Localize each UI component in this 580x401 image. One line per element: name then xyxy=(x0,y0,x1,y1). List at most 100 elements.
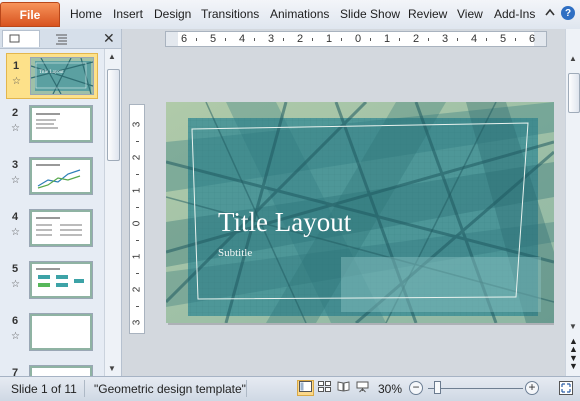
slide-thumbnail-4[interactable]: 4 ☆ xyxy=(0,205,104,253)
slide-sorter-button[interactable] xyxy=(316,380,333,396)
tab-design[interactable]: Design xyxy=(154,7,191,21)
ruler-label: 6 xyxy=(529,33,536,45)
slide-thumbnail-6[interactable]: 6 ☆ xyxy=(0,309,104,357)
normal-view-button[interactable] xyxy=(297,380,314,396)
ruler-margin xyxy=(534,32,546,46)
ruler-label: 3 xyxy=(268,33,275,45)
slide-thumbnail-3[interactable]: 3 ☆ xyxy=(0,153,104,201)
tab-slide-show[interactable]: Slide Show xyxy=(340,7,400,21)
zoom-level[interactable]: 30% xyxy=(378,382,402,396)
slide-number: 7 xyxy=(12,367,19,376)
tab-add-ins[interactable]: Add-Ins xyxy=(494,7,535,21)
slide-scrollbar[interactable]: ▲ ▼ ▲ ▲ ▼ ▼ xyxy=(565,29,580,376)
scroll-up-icon[interactable]: ▲ xyxy=(569,54,577,63)
divider xyxy=(84,380,85,397)
ruler-tick xyxy=(136,306,139,307)
thumbnail-scrollbar[interactable]: ▲ ▼ xyxy=(104,49,121,376)
tab-animations[interactable]: Animations xyxy=(270,7,329,21)
reading-view-button[interactable] xyxy=(335,380,352,396)
tab-home[interactable]: Home xyxy=(70,7,102,21)
thumbnail-image xyxy=(28,260,94,300)
zoom-slider-thumb[interactable] xyxy=(434,381,441,394)
slide-thumbnail-5[interactable]: 5 ☆ xyxy=(0,257,104,305)
scroll-up-icon[interactable]: ▲ xyxy=(108,52,116,61)
ruler-label: 1 xyxy=(131,253,143,260)
tab-insert[interactable]: Insert xyxy=(113,7,143,21)
ruler-tick xyxy=(428,38,429,41)
ruler-tick xyxy=(312,38,313,41)
scroll-down-icon[interactable]: ▼ xyxy=(569,322,577,331)
ruler-label: 3 xyxy=(442,33,449,45)
ruler-label: 6 xyxy=(181,33,188,45)
slide-thumbnail-2[interactable]: 2 ☆ xyxy=(0,101,104,149)
ruler-tick xyxy=(136,240,139,241)
thumbnail-image xyxy=(28,104,94,144)
horizontal-ruler: 6 5 4 3 2 1 0 1 2 3 4 5 6 xyxy=(165,31,547,47)
star-icon: ☆ xyxy=(12,76,21,87)
ruler-tick xyxy=(254,38,255,41)
thumbnail-image xyxy=(28,312,94,352)
slide-thumbnail-panel: ✕ 1 ☆ Title Layout 2 ☆ 3 ☆ 4 ☆ 5 ☆ 6 ☆ 7… xyxy=(0,29,122,376)
ruler-label: 4 xyxy=(239,33,246,45)
ribbon-help-area: ? xyxy=(543,5,577,25)
star-icon: ☆ xyxy=(11,175,20,186)
zoom-in-button[interactable]: + xyxy=(525,381,539,395)
divider xyxy=(246,380,247,397)
star-icon: ☆ xyxy=(11,123,20,134)
slides-tab[interactable] xyxy=(2,30,40,47)
outline-tab[interactable] xyxy=(44,31,78,47)
slide-number: 3 xyxy=(12,159,19,171)
tab-review[interactable]: Review xyxy=(408,7,447,21)
slide-title[interactable]: Title Layout xyxy=(218,207,351,238)
zoom-out-button[interactable]: − xyxy=(409,381,423,395)
ruler-label: 0 xyxy=(131,220,143,227)
thumb-title: Title Layout xyxy=(39,70,64,75)
help-icon[interactable]: ? xyxy=(561,6,575,20)
slide-number: 5 xyxy=(12,263,19,275)
next-slide-icon[interactable]: ▼ ▼ xyxy=(569,354,578,371)
slide-thumbnail-7[interactable]: 7 xyxy=(0,361,104,376)
slideshow-button[interactable] xyxy=(354,380,371,396)
reading-view-icon xyxy=(337,381,350,395)
ruler-label: 1 xyxy=(131,187,143,194)
ruler-label: 5 xyxy=(210,33,217,45)
slide-thumbnail-1[interactable]: 1 ☆ Title Layout xyxy=(6,53,98,99)
ruler-tick xyxy=(136,273,139,274)
status-bar: Slide 1 of 11 "Geometric design template… xyxy=(0,376,580,401)
close-icon[interactable]: ✕ xyxy=(103,30,115,47)
ruler-margin xyxy=(166,32,178,46)
ruler-tick xyxy=(341,38,342,41)
ruler-tick xyxy=(399,38,400,41)
slide-canvas[interactable]: Title Layout Subtitle xyxy=(166,102,554,323)
ruler-tick xyxy=(136,207,139,208)
tab-view[interactable]: View xyxy=(457,7,483,21)
vertical-ruler: 3 2 1 0 1 2 3 xyxy=(129,104,145,334)
slide-number: 1 xyxy=(13,60,20,72)
ruler-label: 2 xyxy=(297,33,304,45)
tab-transitions[interactable]: Transitions xyxy=(201,7,259,21)
file-tab[interactable]: File xyxy=(0,2,60,27)
star-icon: ☆ xyxy=(11,279,20,290)
slide-subtitle[interactable]: Subtitle xyxy=(218,247,252,259)
previous-slide-icon[interactable]: ▲ ▲ xyxy=(569,337,578,354)
scrollbar-thumb[interactable] xyxy=(107,69,120,161)
slides-tab-icon xyxy=(3,34,39,49)
chevron-up-icon[interactable] xyxy=(543,5,557,24)
ruler-tick xyxy=(370,38,371,41)
slide-editing-area: 6 5 4 3 2 1 0 1 2 3 4 5 6 3 2 1 0 1 2 3 xyxy=(122,29,565,376)
ruler-tick xyxy=(196,38,197,41)
fit-window-button[interactable] xyxy=(558,380,574,396)
theme-name[interactable]: "Geometric design template" xyxy=(94,382,246,396)
ruler-label: 0 xyxy=(355,33,362,45)
star-icon: ☆ xyxy=(11,331,20,342)
star-icon: ☆ xyxy=(11,227,20,238)
ruler-tick xyxy=(457,38,458,41)
outline-tab-icon xyxy=(44,34,78,49)
slide-number: 6 xyxy=(12,315,19,327)
slide-sorter-icon xyxy=(318,381,331,395)
panel-tabs: ✕ xyxy=(0,29,121,49)
zoom-slider-track[interactable] xyxy=(428,388,523,389)
scrollbar-thumb[interactable] xyxy=(568,73,580,113)
normal-view-icon xyxy=(299,381,312,395)
scroll-down-icon[interactable]: ▼ xyxy=(108,364,116,373)
